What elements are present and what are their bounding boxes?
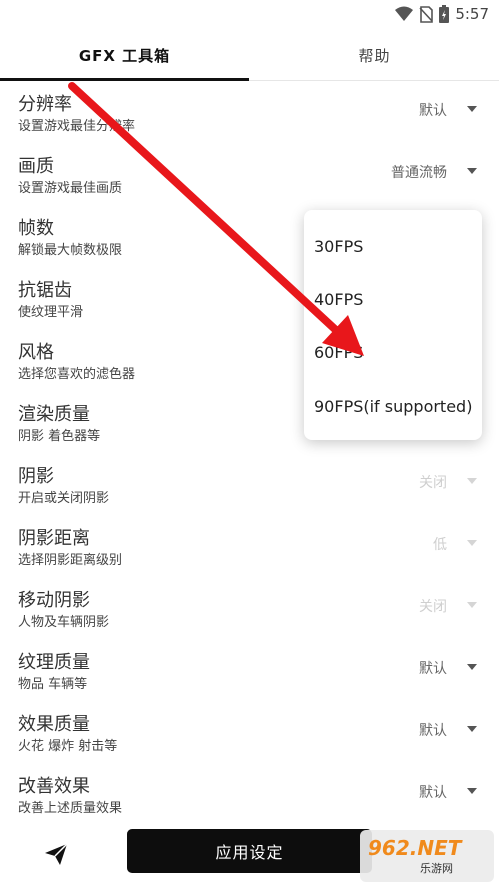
setting-texture-quality[interactable]: 纹理质量 物品 车辆等 默认 <box>0 640 499 700</box>
fps-dropdown-menu: 30FPS 40FPS 60FPS 90FPS(if supported) <box>304 210 482 440</box>
setting-title: 移动阴影 <box>18 590 90 611</box>
status-time: 5:57 <box>455 5 489 23</box>
apply-settings-button[interactable]: 应用设定 <box>127 829 372 873</box>
send-icon[interactable] <box>42 840 70 868</box>
dropdown-arrow-icon[interactable] <box>467 106 477 112</box>
setting-title: 风格 <box>18 342 54 363</box>
setting-subtitle: 物品 车辆等 <box>18 677 88 692</box>
setting-subtitle: 设置游戏最佳画质 <box>18 181 123 196</box>
setting-title: 纹理质量 <box>18 652 90 673</box>
dropdown-arrow-icon[interactable] <box>467 664 477 670</box>
setting-effects-quality[interactable]: 效果质量 火花 爆炸 射击等 默认 <box>0 702 499 762</box>
setting-title: 改善效果 <box>18 776 90 797</box>
setting-moving-shadows: 移动阴影 人物及车辆阴影 关闭 <box>0 578 499 638</box>
setting-subtitle: 改善上述质量效果 <box>18 801 123 816</box>
setting-subtitle: 选择阴影距离级别 <box>18 553 123 568</box>
setting-subtitle: 设置游戏最佳分辨率 <box>18 119 136 134</box>
setting-subtitle: 开启或关闭阴影 <box>18 491 110 506</box>
setting-subtitle: 选择您喜欢的滤色器 <box>18 367 136 382</box>
dropdown-arrow-icon[interactable] <box>467 168 477 174</box>
tab-bar: GFX 工具箱 帮助 <box>0 30 499 81</box>
tab-help[interactable]: 帮助 <box>250 30 499 80</box>
setting-value: 普通流畅 <box>391 165 447 181</box>
dropdown-arrow-icon[interactable] <box>467 726 477 732</box>
setting-shadows: 阴影 开启或关闭阴影 关闭 <box>0 454 499 514</box>
setting-improve-effects[interactable]: 改善效果 改善上述质量效果 默认 <box>0 764 499 824</box>
setting-resolution[interactable]: 分辨率 设置游戏最佳分辨率 默认 <box>0 82 499 142</box>
wifi-icon <box>395 6 414 21</box>
dropdown-arrow-icon <box>467 540 477 546</box>
no-sim-icon <box>419 5 434 23</box>
setting-subtitle: 解锁最大帧数极限 <box>18 243 123 258</box>
setting-title: 画质 <box>18 156 54 177</box>
setting-title: 渲染质量 <box>18 404 90 425</box>
watermark-brand: 962.NET <box>368 836 462 860</box>
fps-option-30[interactable]: 30FPS <box>314 237 363 256</box>
setting-title: 效果质量 <box>18 714 90 735</box>
setting-value: 默认 <box>419 661 447 677</box>
watermark-sub: 乐游网 <box>420 862 453 875</box>
setting-subtitle: 人物及车辆阴影 <box>18 615 110 630</box>
fps-option-60[interactable]: 60FPS <box>314 343 363 362</box>
dropdown-arrow-icon <box>467 602 477 608</box>
setting-subtitle: 阴影 着色器等 <box>18 429 101 444</box>
tab-gfx-toolbox[interactable]: GFX 工具箱 <box>0 30 249 81</box>
setting-value: 低 <box>433 537 447 553</box>
fps-option-40[interactable]: 40FPS <box>314 290 363 309</box>
setting-value: 默认 <box>419 723 447 739</box>
setting-value: 关闭 <box>419 475 447 491</box>
battery-charging-icon <box>439 5 450 23</box>
setting-subtitle: 使纹理平滑 <box>18 305 84 320</box>
setting-shadow-distance: 阴影距离 选择阴影距离级别 低 <box>0 516 499 576</box>
setting-title: 分辨率 <box>18 94 72 115</box>
status-bar: 5:57 <box>0 0 499 30</box>
setting-value: 默认 <box>419 785 447 801</box>
dropdown-arrow-icon <box>467 478 477 484</box>
setting-value: 关闭 <box>419 599 447 615</box>
fps-option-90[interactable]: 90FPS(if supported) <box>314 397 472 416</box>
setting-subtitle: 火花 爆炸 射击等 <box>18 739 118 754</box>
setting-title: 帧数 <box>18 218 54 239</box>
setting-title: 抗锯齿 <box>18 280 72 301</box>
watermark-logo: 962.NET 乐游网 <box>360 830 494 882</box>
setting-title: 阴影 <box>18 466 54 487</box>
status-icons: 5:57 <box>395 5 489 23</box>
setting-value: 默认 <box>419 103 447 119</box>
setting-graphics-quality[interactable]: 画质 设置游戏最佳画质 普通流畅 <box>0 144 499 204</box>
dropdown-arrow-icon[interactable] <box>467 788 477 794</box>
setting-title: 阴影距离 <box>18 528 90 549</box>
